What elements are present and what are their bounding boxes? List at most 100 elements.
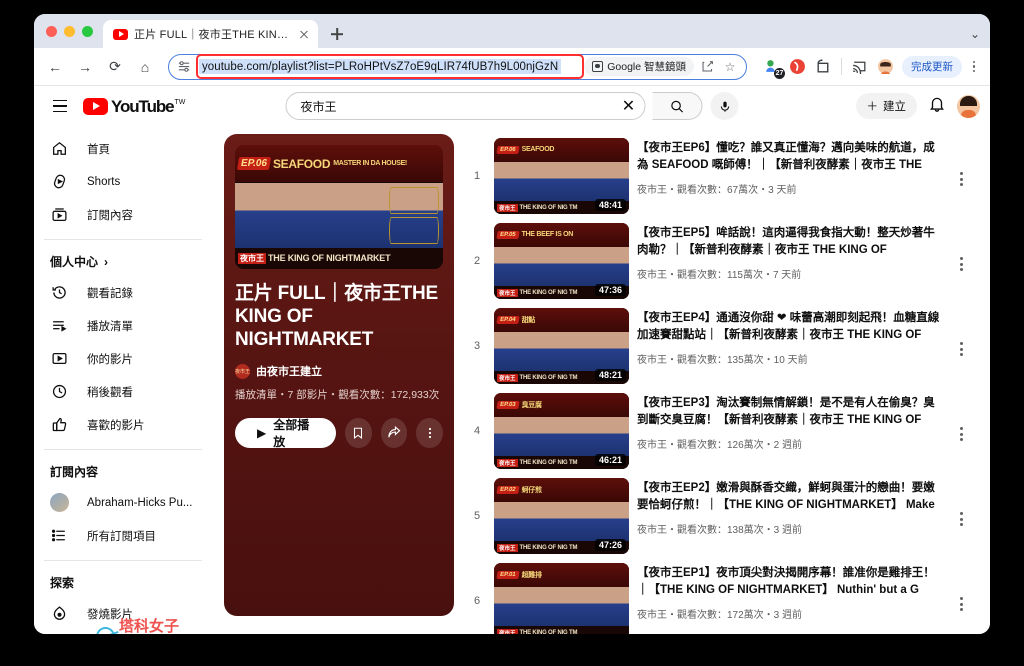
video-list-item[interactable]: 6 EP.01 超難排 夜市王 THE KING OF NIG TM 【夜市王E… bbox=[468, 559, 972, 634]
new-tab-button[interactable] bbox=[324, 20, 350, 48]
create-button[interactable]: ＋ 建立 bbox=[855, 93, 917, 119]
chevron-down-icon[interactable]: ⌄ bbox=[970, 27, 980, 41]
extensions-area: 27 bbox=[763, 58, 894, 79]
cast-member bbox=[494, 586, 539, 627]
close-icon[interactable] bbox=[296, 26, 312, 42]
video-title[interactable]: 【夜市王EP2】嫩滑與酥香交織，鮮蚵與蛋汁的戀曲！要嫩要恰蚵仔煎！｜【THE K… bbox=[637, 480, 942, 514]
save-playlist-button[interactable] bbox=[345, 418, 372, 449]
update-button[interactable]: 完成更新 bbox=[902, 55, 962, 78]
playlist-thumbnail[interactable]: EP.06 SEAFOOD MASTER IN DA HOUSE! 夜市王 TH… bbox=[235, 145, 443, 269]
sidebar-item-watch-later[interactable]: 稍後觀看 bbox=[40, 375, 214, 408]
profile-avatar-icon[interactable] bbox=[877, 58, 894, 75]
thumbnail-episode-label: EP.05 bbox=[496, 230, 520, 239]
sidebar-item-your-videos[interactable]: 你的影片 bbox=[40, 342, 214, 375]
video-more-button[interactable] bbox=[950, 478, 972, 526]
address-bar[interactable]: youtube.com/playlist?list=PLRoHPtVsZ7oE9… bbox=[168, 53, 747, 80]
shorts-icon bbox=[50, 172, 69, 191]
video-more-button[interactable] bbox=[950, 308, 972, 356]
extension-icon-1[interactable]: 27 bbox=[763, 58, 785, 79]
thumbnail-brand-tag: 夜市王 bbox=[497, 458, 518, 467]
sidebar-item-subscriptions[interactable]: 訂閱內容 bbox=[40, 198, 214, 231]
extension-icon-3[interactable] bbox=[815, 58, 832, 75]
play-all-button[interactable]: ▶ 全部播放 bbox=[235, 418, 337, 449]
search-button[interactable] bbox=[652, 92, 703, 120]
video-list-item[interactable]: 2 EP.05 THE BEEF IS ON 夜市王 THE KING OF N… bbox=[468, 219, 972, 304]
url-field[interactable]: youtube.com/playlist?list=PLRoHPtVsZ7oE9… bbox=[196, 53, 585, 79]
sidebar-label: 首頁 bbox=[87, 143, 110, 156]
back-button[interactable]: ← bbox=[42, 54, 68, 80]
cast-icon[interactable] bbox=[851, 58, 868, 75]
fish-shape bbox=[389, 217, 439, 245]
video-thumbnail[interactable]: EP.06 SEAFOOD 夜市王 THE KING OF NIG TM 48:… bbox=[494, 138, 629, 214]
site-settings-icon[interactable] bbox=[177, 59, 192, 74]
sidebar: 首頁 Shorts 訂閱內容 個人中心 › 觀看記錄 播放清單 你的影片 稍後觀… bbox=[34, 126, 214, 634]
sidebar-section-you[interactable]: 個人中心 › bbox=[40, 248, 214, 276]
video-title[interactable]: 【夜市王EP1】夜市頂尖對決揭開序幕！誰准你是雞排王！｜【THE KING OF… bbox=[637, 565, 942, 599]
youtube-logo[interactable]: YouTube TW bbox=[83, 97, 185, 115]
video-duration: 48:41 bbox=[594, 199, 626, 211]
cast-member bbox=[584, 501, 629, 542]
video-more-button[interactable] bbox=[950, 393, 972, 441]
video-title[interactable]: 【夜市王EP5】哞話說！這肉逼得我食指大動！整天炒著牛肉勒？｜【新普利夜酵素｜夜… bbox=[637, 225, 942, 259]
google-lens-button[interactable]: Google 智慧鏡頭 bbox=[584, 57, 694, 76]
home-button[interactable]: ⌂ bbox=[132, 54, 158, 80]
video-list-item[interactable]: 1 EP.06 SEAFOOD 夜市王 THE KING OF NIG TM 4… bbox=[468, 134, 972, 219]
thumbnail-header-band: EP.06 SEAFOOD MASTER IN DA HOUSE! bbox=[235, 145, 443, 183]
video-thumbnail[interactable]: EP.04 甜點 夜市王 THE KING OF NIG TM 48:21 bbox=[494, 308, 629, 384]
video-index: 4 bbox=[473, 425, 481, 437]
sidebar-item-liked-videos[interactable]: 喜歡的影片 bbox=[40, 408, 214, 441]
minimize-window-button[interactable] bbox=[64, 25, 75, 37]
browser-tab[interactable]: 正片 FULL｜夜市王THE KING ( bbox=[103, 20, 318, 48]
sidebar-item-playlists[interactable]: 播放清單 bbox=[40, 309, 214, 342]
video-thumbnail[interactable]: EP.02 蚵仔煎 夜市王 THE KING OF NIG TM 47:26 bbox=[494, 478, 629, 554]
video-more-button[interactable] bbox=[950, 223, 972, 271]
video-thumbnail[interactable]: EP.03 臭豆腐 夜市王 THE KING OF NIG TM 46:21 bbox=[494, 393, 629, 469]
video-title[interactable]: 【夜市王EP4】通通沒你甜 ❤ 味蕾高潮即刻起飛！血糖直線加速賽甜點站｜【新普利… bbox=[637, 310, 942, 344]
sidebar-item-history[interactable]: 觀看記錄 bbox=[40, 276, 214, 309]
star-icon[interactable]: ☆ bbox=[720, 57, 740, 77]
user-avatar[interactable] bbox=[957, 94, 980, 118]
reload-button[interactable]: ⟳ bbox=[102, 54, 128, 80]
sidebar-item-all-subscriptions[interactable]: 所有訂閱項目 bbox=[40, 519, 214, 552]
video-thumbnail[interactable]: EP.01 超難排 夜市王 THE KING OF NIG TM bbox=[494, 563, 629, 634]
sidebar-label: Abraham-Hicks Pu... bbox=[87, 496, 193, 509]
thumbnail-cast-photo bbox=[494, 161, 629, 202]
sidebar-item-channel[interactable]: Abraham-Hicks Pu... bbox=[40, 486, 214, 519]
browser-toolbar: ← → ⟳ ⌂ youtube.com/playlist?list=PLRoHP… bbox=[34, 48, 990, 86]
video-list-item[interactable]: 4 EP.03 臭豆腐 夜市王 THE KING OF NIG TM 46:21… bbox=[468, 389, 972, 474]
video-list-item[interactable]: 5 EP.02 蚵仔煎 夜市王 THE KING OF NIG TM 47:26… bbox=[468, 474, 972, 559]
voice-search-button[interactable] bbox=[710, 92, 739, 120]
share-playlist-button[interactable] bbox=[380, 418, 408, 449]
history-icon bbox=[50, 283, 69, 302]
thumbnail-header-band: EP.02 蚵仔煎 bbox=[494, 478, 629, 502]
video-thumbnail[interactable]: EP.05 THE BEEF IS ON 夜市王 THE KING OF NIG bbox=[494, 223, 629, 299]
sidebar-item-shorts[interactable]: Shorts bbox=[40, 165, 214, 198]
sidebar-item-home[interactable]: 首頁 bbox=[40, 132, 214, 165]
video-list-item[interactable]: 3 EP.04 甜點 夜市王 THE KING OF NIG TM 48:21 … bbox=[468, 304, 972, 389]
extension-icon-2[interactable] bbox=[789, 58, 806, 75]
close-window-button[interactable] bbox=[46, 25, 57, 37]
thumbnail-fish-graphic bbox=[389, 187, 439, 245]
playlist-more-button[interactable] bbox=[416, 418, 443, 449]
video-more-button[interactable] bbox=[950, 138, 972, 186]
video-meta: 夜市王・觀看次數：67萬次・3 天前 bbox=[637, 185, 797, 196]
search-input[interactable]: 夜市王 ✕ bbox=[285, 92, 646, 120]
menu-icon[interactable] bbox=[44, 90, 76, 122]
more-options-icon bbox=[428, 428, 431, 439]
window-controls[interactable] bbox=[42, 14, 103, 48]
share-icon[interactable] bbox=[697, 57, 717, 77]
youtube-header: YouTube TW 夜市王 ✕ ＋ 建立 bbox=[34, 86, 990, 126]
thumbnail-title-text: 超難排 bbox=[521, 571, 542, 579]
thumbnail-header-band: EP.01 超難排 bbox=[494, 563, 629, 587]
notifications-button[interactable] bbox=[928, 95, 946, 118]
clear-search-icon[interactable]: ✕ bbox=[613, 93, 645, 119]
browser-menu-button[interactable] bbox=[966, 60, 982, 73]
video-title[interactable]: 【夜市王EP6】懂吃？誰又真正懂海？邁向美味的航道，成為 SEAFOOD 嘅師傅… bbox=[637, 140, 942, 174]
forward-button[interactable]: → bbox=[72, 54, 98, 80]
video-more-button[interactable] bbox=[950, 563, 972, 611]
playlist-actions: ▶ 全部播放 bbox=[235, 418, 443, 449]
thumbnail-title-text: THE BEEF IS ON bbox=[521, 231, 574, 239]
video-title[interactable]: 【夜市王EP3】淘汰賽制無情解鎖！是不是有人在偷臭？臭到斷交臭豆腐！【新普利夜酵… bbox=[637, 395, 942, 429]
maximize-window-button[interactable] bbox=[82, 25, 93, 37]
playlist-owner[interactable]: 夜市王 由夜市王建立 bbox=[235, 363, 443, 379]
